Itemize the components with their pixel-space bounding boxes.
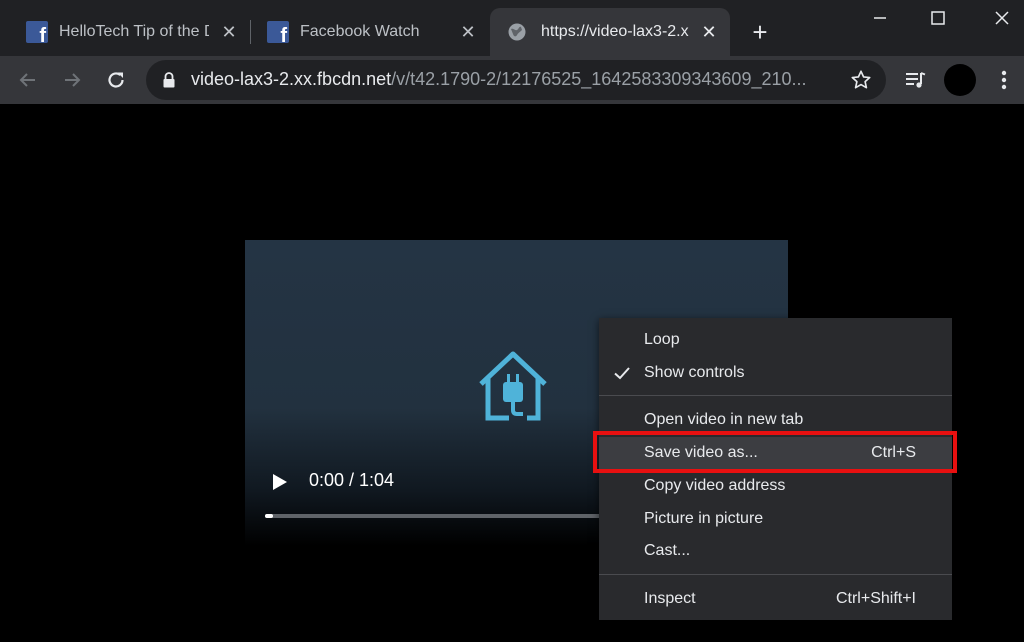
tab-video[interactable]: https://video-lax3-2.x ✕ (490, 8, 730, 56)
menu-item-picture-in-picture[interactable]: Picture in picture (599, 503, 952, 535)
menu-item-label: Show controls (644, 364, 745, 381)
tab-strip: f HelloTech Tip of the D ✕ f Facebook Wa… (0, 0, 1024, 56)
maximize-icon (931, 11, 945, 25)
menu-separator (599, 574, 952, 575)
facebook-icon: f (26, 21, 48, 43)
tab-hellotech[interactable]: f HelloTech Tip of the D ✕ (0, 8, 248, 56)
playlist-music-icon (906, 72, 926, 88)
minimize-icon (874, 17, 886, 19)
bookmark-star-icon[interactable] (850, 69, 872, 91)
menu-item-show-controls[interactable]: Show controls (599, 357, 952, 389)
address-bar[interactable]: video-lax3-2.xx.fbcdn.net/v/t42.1790-2/1… (146, 60, 886, 100)
minimize-button[interactable] (860, 4, 900, 32)
annotation-highlight-box (593, 431, 957, 473)
menu-item-cast[interactable]: Cast... (599, 535, 952, 567)
menu-item-label: Open video in new tab (644, 411, 804, 428)
menu-item-label: Copy video address (644, 477, 786, 494)
menu-item-label: Cast... (644, 542, 691, 559)
arrow-left-icon (19, 73, 35, 87)
video-time: 0:00 / 1:04 (309, 470, 395, 490)
menu-item-shortcut: Ctrl+Shift+I (835, 590, 916, 607)
menu-separator (599, 395, 952, 396)
progress-fill (265, 514, 273, 518)
facebook-icon: f (267, 21, 289, 43)
url-text: video-lax3-2.xx.fbcdn.net/v/t42.1790-2/1… (191, 69, 831, 90)
browser-toolbar: video-lax3-2.xx.fbcdn.net/v/t42.1790-2/1… (0, 56, 1024, 104)
menu-item-label: Loop (644, 331, 680, 348)
menu-item-inspect[interactable]: Inspect Ctrl+Shift+I (599, 583, 952, 615)
tab-facebook-watch[interactable]: f Facebook Watch ✕ (241, 8, 491, 56)
checkmark-icon (614, 367, 630, 380)
more-vertical-icon (1001, 70, 1007, 90)
menu-item-copy-video-address[interactable]: Copy video address (599, 470, 952, 502)
media-controls-button[interactable] (900, 64, 932, 96)
forward-button[interactable] (56, 64, 88, 96)
close-icon[interactable]: ✕ (218, 21, 240, 43)
play-icon[interactable] (269, 472, 289, 492)
globe-icon (506, 21, 528, 43)
close-icon[interactable]: ✕ (698, 21, 720, 43)
menu-button[interactable] (988, 64, 1020, 96)
house-plug-icon (479, 351, 547, 421)
tab-title: https://video-lax3-2.x (541, 23, 689, 40)
back-button[interactable] (12, 64, 44, 96)
new-tab-button[interactable]: + (746, 17, 774, 47)
maximize-button[interactable] (918, 4, 958, 32)
menu-item-label: Inspect (644, 590, 696, 607)
arrow-right-icon (65, 73, 81, 87)
reload-icon (108, 72, 124, 88)
menu-item-label: Picture in picture (644, 510, 764, 527)
menu-item-loop[interactable]: Loop (599, 324, 952, 356)
reload-button[interactable] (100, 64, 132, 96)
avatar[interactable] (944, 64, 976, 96)
close-icon (995, 11, 1009, 25)
tab-title: Facebook Watch (300, 23, 420, 40)
lock-icon (163, 72, 175, 88)
url-host: video-lax3-2.xx.fbcdn.net (191, 69, 392, 89)
window-close-button[interactable] (982, 4, 1022, 32)
close-icon[interactable]: ✕ (457, 21, 479, 43)
tab-title: HelloTech Tip of the D (59, 23, 209, 40)
url-path: /v/t42.1790-2/12176525_1642583309343609_… (391, 69, 807, 89)
